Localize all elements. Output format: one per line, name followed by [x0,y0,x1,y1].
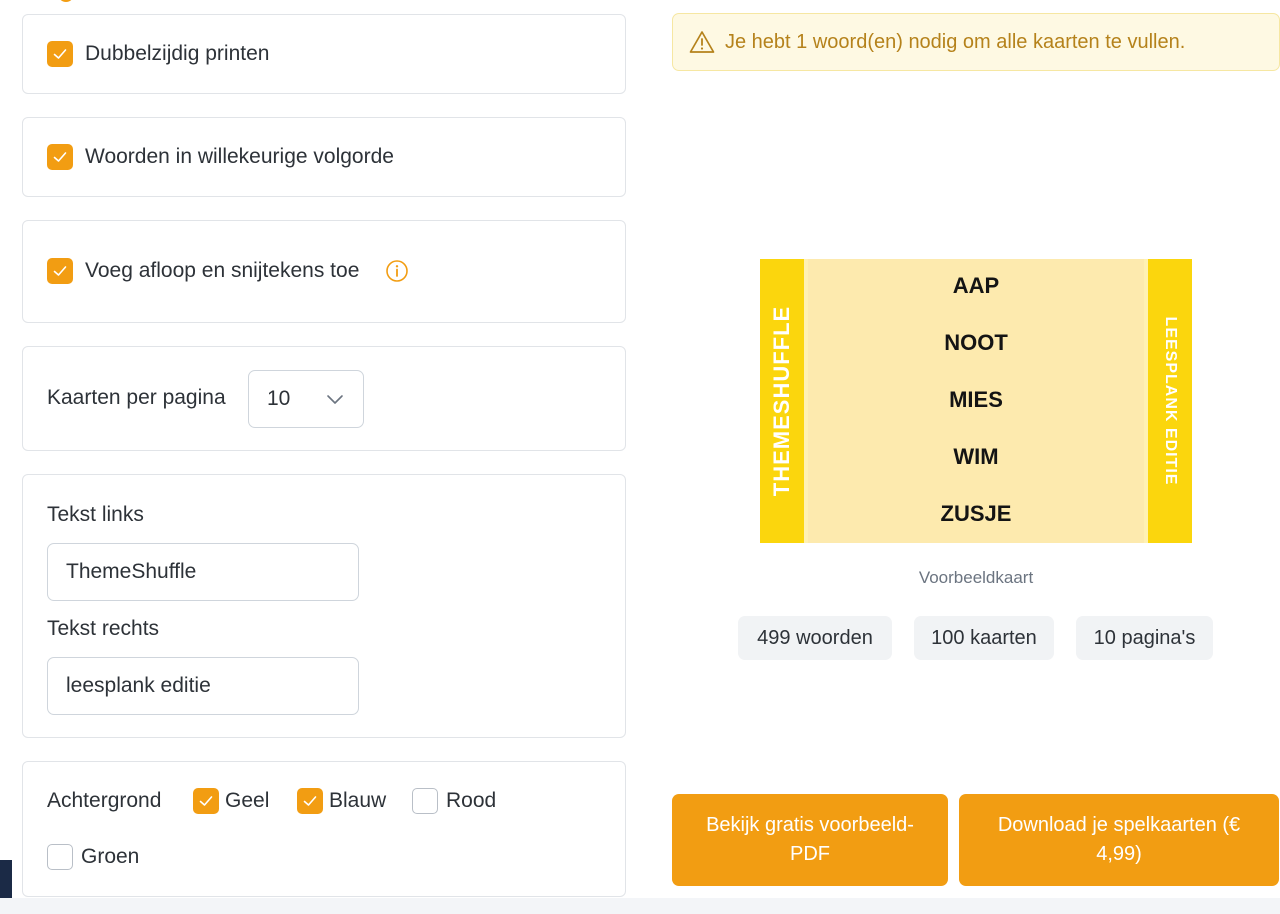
checkbox-unchecked-icon[interactable] [47,844,73,870]
background-option-label: Groen [81,845,140,868]
background-option-groen[interactable]: Groen [47,844,139,870]
background-panel: Achtergrond Geel Blauw Rood Groen [22,761,626,897]
background-option-geel[interactable]: Geel [193,788,269,814]
background-option-label: Blauw [329,789,387,812]
left-text-input[interactable] [47,543,359,601]
cards-per-page-value: 10 [267,387,291,410]
card-left-text: ThemeShuffle [769,305,794,497]
right-text-label: Tekst rechts [47,617,160,640]
checkbox-checked-icon[interactable] [47,258,73,284]
cards-per-page-label: Kaarten per pagina [47,386,226,409]
bottom-strip [0,898,1280,914]
warning-text: Je hebt 1 woord(en) nodig om alle kaarte… [725,30,1186,53]
bleed-label: Voeg afloop en snijtekens toe [85,259,360,282]
warning-icon [689,31,715,53]
bleed-checkbox[interactable]: Voeg afloop en snijtekens toe [47,258,409,284]
random-order-label: Woorden in willekeurige volgorde [85,145,394,168]
info-icon[interactable] [385,259,409,283]
random-order-checkbox[interactable]: Woorden in willekeurige volgorde [47,144,394,170]
double-sided-panel: Dubbelzijdig printen [22,14,626,94]
card-word: ZUSJE [940,501,1012,526]
random-order-panel: Woorden in willekeurige volgorde [22,117,626,197]
word-count-badge: 499 woorden [738,616,892,660]
card-left-strip: ThemeShuffle [760,259,804,543]
word-shortage-warning: Je hebt 1 woord(en) nodig om alle kaarte… [672,13,1280,71]
card-word: AAP [952,273,1000,298]
checkbox-checked-icon[interactable] [193,788,219,814]
chevron-down-icon [327,395,343,404]
card-right-strip: leesplank editie [1148,259,1192,543]
background-option-blauw[interactable]: Blauw [297,788,386,814]
cards-per-page-select[interactable]: 10 [248,370,364,428]
card-word: NOOT [944,330,1008,355]
double-sided-label: Dubbelzijdig printen [85,42,270,65]
checkbox-unchecked-icon[interactable] [412,788,438,814]
card-word-list: AAP NOOT MIES WIM ZUSJE [808,259,1144,543]
right-text-input[interactable] [47,657,359,715]
double-sided-checkbox[interactable]: Dubbelzijdig printen [47,41,269,67]
card-right-text: leesplank editie [1162,316,1179,486]
card-count-badge: 100 kaarten [914,616,1054,660]
preview-caption: Voorbeeldkaart [918,568,1034,587]
page-count-badge: 10 pagina's [1076,616,1213,660]
checkbox-checked-icon[interactable] [47,41,73,67]
card-texts-panel: Tekst links Tekst rechts [22,474,626,738]
preview-pdf-button[interactable]: Bekijk gratis voorbeeld-PDF [672,794,948,886]
preview-card: ThemeShuffle AAP NOOT MIES WIM ZUSJE lee… [760,259,1192,543]
bleed-panel: Voeg afloop en snijtekens toe [22,220,626,323]
checkbox-checked-icon[interactable] [47,144,73,170]
shield-icon [58,0,74,2]
checkbox-checked-icon[interactable] [297,788,323,814]
left-text-label: Tekst links [47,503,144,526]
background-label: Achtergrond [47,789,162,812]
cards-per-page-panel: Kaarten per pagina 10 [22,346,626,451]
card-word: MIES [949,387,1003,412]
background-option-label: Rood [446,789,497,812]
background-option-rood[interactable]: Rood [412,788,496,814]
download-button[interactable]: Download je spelkaarten (€ 4,99) [959,794,1279,886]
background-option-label: Geel [225,789,270,812]
card-word: WIM [953,444,999,469]
